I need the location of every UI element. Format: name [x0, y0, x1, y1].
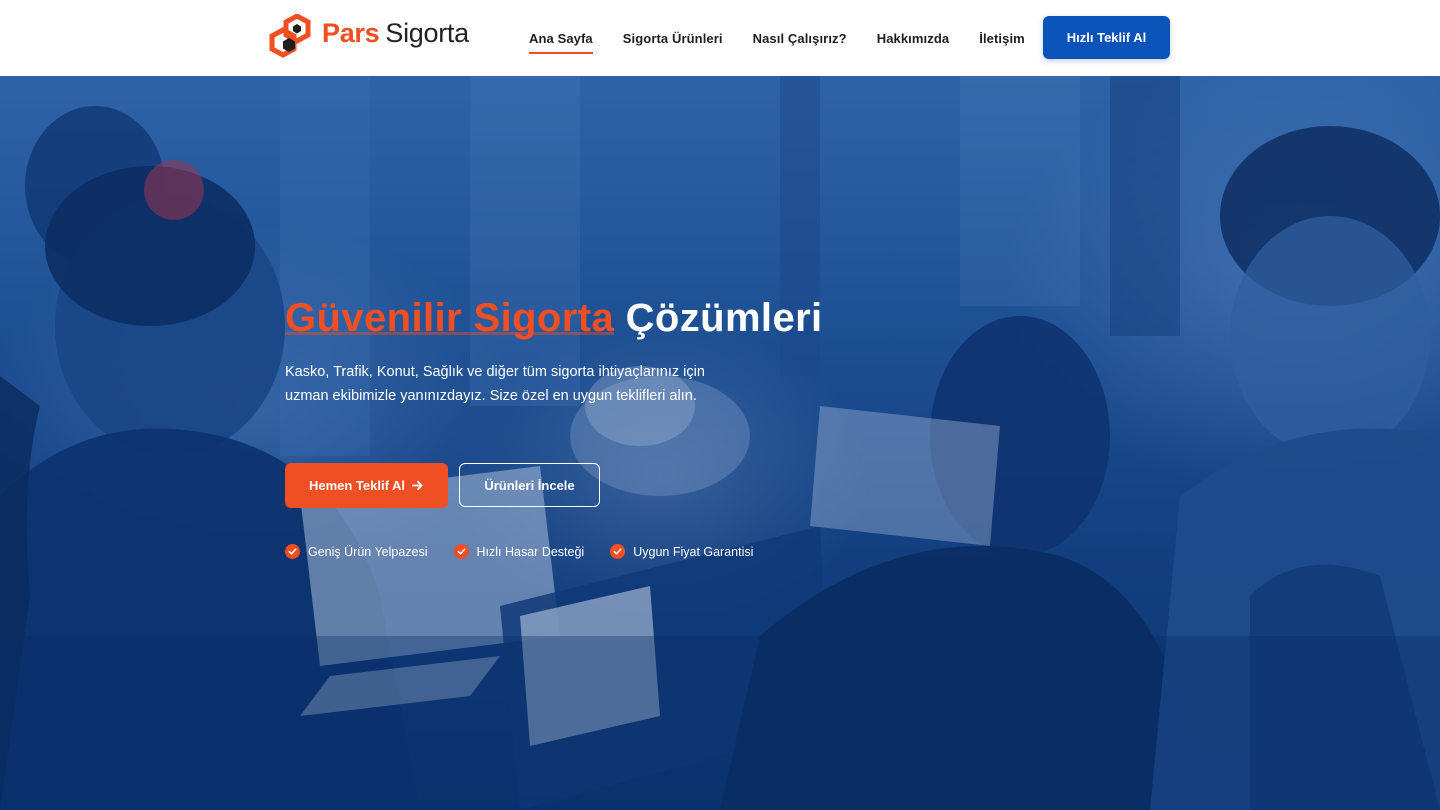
- logo-brand-secondary: Sigorta: [385, 17, 469, 48]
- feature-list: Geniş Ürün Yelpazesi Hızlı Hasar Desteği…: [285, 544, 779, 559]
- check-circle-icon: [610, 544, 626, 559]
- get-quote-button-label: Hemen Teklif Al: [308, 478, 406, 493]
- hero-title-accent: Güvenilir Sigorta: [285, 296, 615, 340]
- logo-text: Pars Sigorta: [322, 17, 469, 48]
- hero-title-rest: Çözümleri: [625, 296, 823, 340]
- hexagon-logo-icon: [269, 14, 311, 58]
- nav-item-iletisim[interactable]: İletişim: [979, 31, 1025, 46]
- feature-text: Geniş Ürün Yelpazesi: [308, 544, 428, 559]
- get-quote-button[interactable]: Hemen Teklif Al: [285, 463, 448, 508]
- check-circle-icon: [285, 544, 300, 559]
- logo-brand-primary: Pars: [322, 17, 380, 48]
- feature-text: Uygun Fiyat Garantisi: [633, 544, 754, 559]
- feature-item: Geniş Ürün Yelpazesi: [285, 544, 428, 559]
- feature-item: Uygun Fiyat Garantisi: [610, 544, 753, 559]
- feature-text: Hızlı Hasar Desteği: [476, 544, 585, 559]
- main-nav: Ana Sayfa Sigorta Ürünleri Nasıl Çalışır…: [529, 0, 1055, 76]
- nav-item-nasil-calisiriz[interactable]: Nasıl Çalışırız?: [753, 31, 847, 46]
- arrow-right-icon: [411, 480, 423, 491]
- hero-description: Kasko, Trafik, Konut, Sağlık ve diğer tü…: [285, 364, 705, 404]
- hero-background-image: [0, 76, 1440, 810]
- nav-item-ana-sayfa[interactable]: Ana Sayfa: [529, 31, 593, 54]
- nav-item-sigorta-urunleri[interactable]: Sigorta Ürünleri: [623, 31, 723, 46]
- hero-section: Güvenilir Sigorta Çözümleri Kasko, Trafi…: [0, 76, 1440, 810]
- browse-products-button[interactable]: Ürünleri İncele: [459, 463, 600, 507]
- logo[interactable]: Pars Sigorta: [268, 14, 469, 60]
- site-header: Pars Sigorta Ana Sayfa Sigorta Ürünleri N…: [0, 0, 1440, 76]
- feature-item: Hızlı Hasar Desteği: [453, 544, 585, 559]
- quick-quote-button[interactable]: Hızlı Teklif Al: [1043, 16, 1170, 59]
- check-circle-icon: [453, 544, 469, 559]
- nav-item-hakkimizda[interactable]: Hakkımızda: [877, 31, 950, 46]
- hero-title: Güvenilir Sigorta Çözümleri: [285, 294, 823, 342]
